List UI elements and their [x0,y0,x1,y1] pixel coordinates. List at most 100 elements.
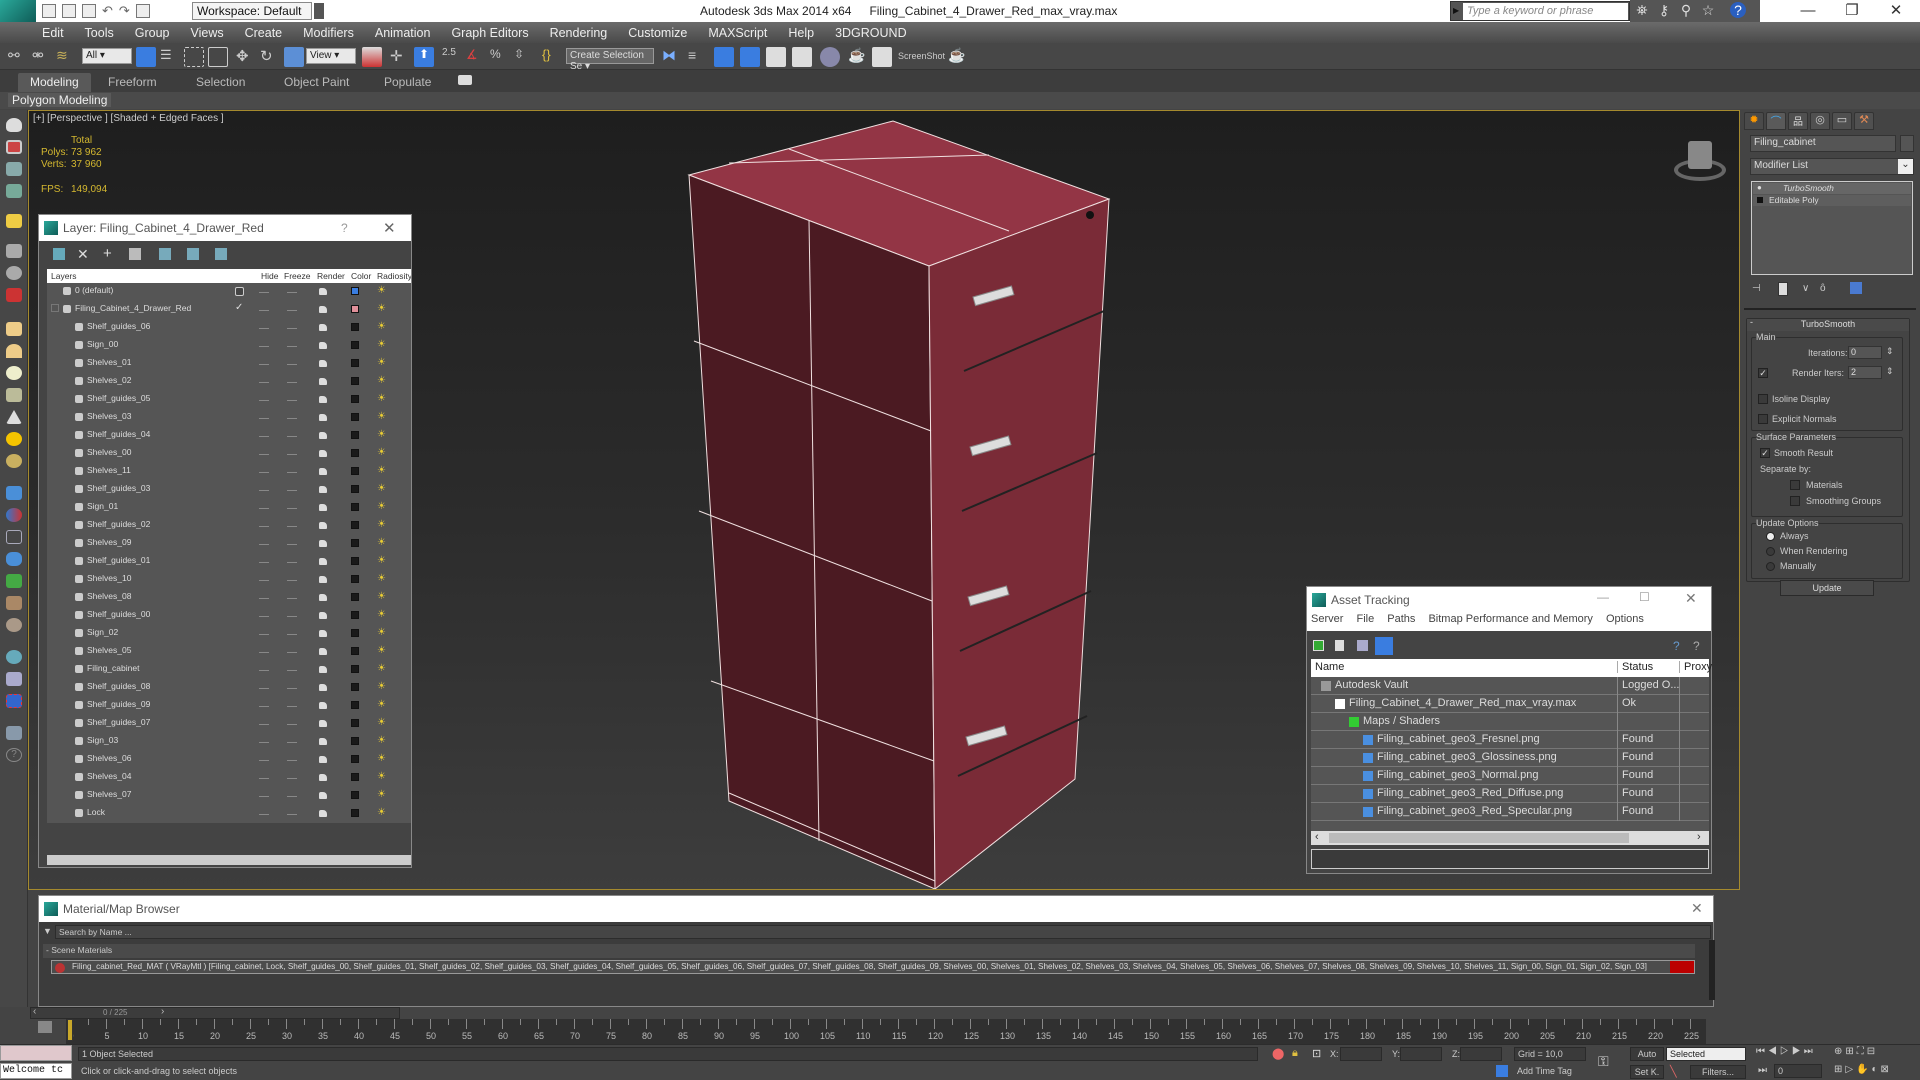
render-teapot-icon[interactable] [319,666,327,673]
tree-view-icon[interactable] [1357,640,1368,651]
radiosity-icon[interactable]: ☀ [377,736,389,746]
hide-toggle[interactable] [259,670,269,671]
render-teapot-icon[interactable] [319,756,327,763]
color-swatch[interactable] [351,341,359,349]
restore-button[interactable]: ❐ [1830,0,1874,22]
maximize-button[interactable]: ☐ [1639,590,1650,604]
object-row[interactable]: Shelf_guides_08 ☀ [47,679,411,697]
hide-toggle[interactable] [259,418,269,419]
color-swatch[interactable] [351,323,359,331]
favorites-star-icon[interactable]: ☆ [1700,2,1716,18]
material-entry[interactable]: Filing_cabinet_Red_MAT ( VRayMtl ) [Fili… [51,960,1695,974]
curve-editor-icon[interactable] [766,47,786,67]
sun-icon[interactable] [6,432,22,446]
hide-toggle[interactable] [259,382,269,383]
asset-horizontal-scrollbar[interactable]: ‹ › [1311,831,1709,845]
undo-icon[interactable]: ↶ [102,3,113,19]
color-swatch[interactable] [351,539,359,547]
lightbulb-icon[interactable]: ● [1757,183,1762,192]
object-row[interactable]: Sign_03 ☀ [47,733,411,751]
color-swatch[interactable] [351,557,359,565]
hide-toggle[interactable] [259,328,269,329]
render-teapot-icon[interactable] [319,324,327,331]
object-row[interactable]: Shelves_11 ☀ [47,463,411,481]
scroll-right-icon[interactable]: › [1697,831,1701,843]
object-row[interactable]: Shelves_10 ☀ [47,571,411,589]
pivot-center-icon[interactable] [362,47,382,67]
spot-light-icon[interactable] [6,410,22,424]
update-always-radio[interactable] [1766,532,1775,541]
make-unique-icon[interactable]: ∨ [1802,283,1809,294]
current-layer-check-icon[interactable]: ✓ [235,302,243,313]
update-manually-radio[interactable] [1766,562,1775,571]
freeze-toggle[interactable] [287,364,297,365]
color-swatch[interactable] [351,359,359,367]
radiosity-icon[interactable]: ☀ [377,556,389,566]
object-row[interactable]: Shelves_01 ☀ [47,355,411,373]
make-current-icon[interactable] [235,287,244,296]
render-iters-input[interactable]: 2 [1848,366,1882,379]
col-name[interactable]: Name [1315,661,1344,673]
freeze-toggle[interactable] [287,760,297,761]
radiosity-icon[interactable]: ☀ [377,376,389,386]
asset-row[interactable]: Maps / Shaders [1311,713,1709,731]
radiosity-icon[interactable]: ☀ [377,754,389,764]
material-browser-titlebar[interactable]: Material/Map Browser ✕ [39,896,1713,922]
color-swatch[interactable] [351,467,359,475]
sphere-object-icon[interactable] [6,650,22,664]
col-radiosity[interactable]: Radiosity [377,271,411,281]
hide-toggle[interactable] [259,346,269,347]
radiosity-icon[interactable]: ☀ [377,718,389,728]
export-icon[interactable] [6,726,22,740]
named-selection-dropdown[interactable]: Create Selection Se ▾ [566,48,654,72]
table-view-icon[interactable] [1375,637,1393,655]
communication-center-icon[interactable]: ⚲ [1678,2,1694,18]
select-and-scale-icon[interactable] [284,47,304,67]
hide-toggle[interactable] [259,400,269,401]
y-coordinate-input[interactable] [1400,1047,1442,1061]
object-row[interactable]: Sign_01 ☀ [47,499,411,517]
hide-all-layers-icon[interactable] [187,248,199,260]
color-swatch[interactable] [351,503,359,511]
render-teapot-icon[interactable] [319,432,327,439]
modifier-list-dropdown[interactable]: Modifier List ⌄ [1750,158,1914,175]
radiosity-icon[interactable]: ☀ [377,808,389,818]
radiosity-icon[interactable]: ☀ [377,772,389,782]
redo-icon[interactable]: ↷ [119,3,130,19]
render-teapot-icon[interactable] [319,468,327,475]
time-slider-label[interactable]: 0 / 225 [103,1008,127,1017]
asset-row[interactable]: Filing_cabinet_geo3_Red_Specular.png Foun… [1311,803,1709,821]
color-swatch[interactable] [351,395,359,403]
radiosity-icon[interactable]: ☀ [377,502,389,512]
radiosity-icon[interactable]: ☀ [377,646,389,656]
hide-toggle[interactable] [259,454,269,455]
window-crossing-icon[interactable] [208,47,228,67]
percent-snap-icon[interactable]: % [490,47,510,67]
freeze-toggle[interactable] [287,652,297,653]
minimize-button[interactable]: — [1597,590,1609,604]
workspace-dropdown[interactable]: Workspace: Default - ▾ [192,2,312,32]
refresh-icon[interactable] [1313,640,1324,651]
freeze-toggle[interactable] [287,544,297,545]
freeze-toggle[interactable] [287,526,297,527]
freeze-toggle[interactable] [287,346,297,347]
object-row[interactable]: Shelf_guides_02 ☀ [47,517,411,535]
rendered-frame-window-icon[interactable] [872,47,892,67]
radiosity-icon[interactable]: ☀ [377,448,389,458]
menu-edit[interactable]: Edit [42,26,64,40]
explicit-normals-checkbox[interactable] [1758,414,1768,424]
mirror-icon[interactable]: ⧓ [662,47,682,67]
teapot-light-icon[interactable] [6,388,22,402]
render-teapot-icon[interactable] [319,486,327,493]
col-status[interactable]: Status [1617,661,1653,673]
object-row[interactable]: Filing_cabinet ☀ [47,661,411,679]
hide-toggle[interactable] [259,688,269,689]
col-proxy[interactable]: Proxy [1679,661,1712,673]
scroll-left-icon[interactable]: ‹ [1315,831,1319,843]
light-lister-icon[interactable] [6,214,22,228]
select-and-link-icon[interactable]: ⚯ [8,47,28,67]
menu-options[interactable]: Options [1606,613,1644,625]
minimize-button[interactable]: — [1786,0,1830,22]
menu-group[interactable]: Group [135,26,170,40]
pin-stack-icon[interactable]: ⊣ [1752,283,1761,294]
